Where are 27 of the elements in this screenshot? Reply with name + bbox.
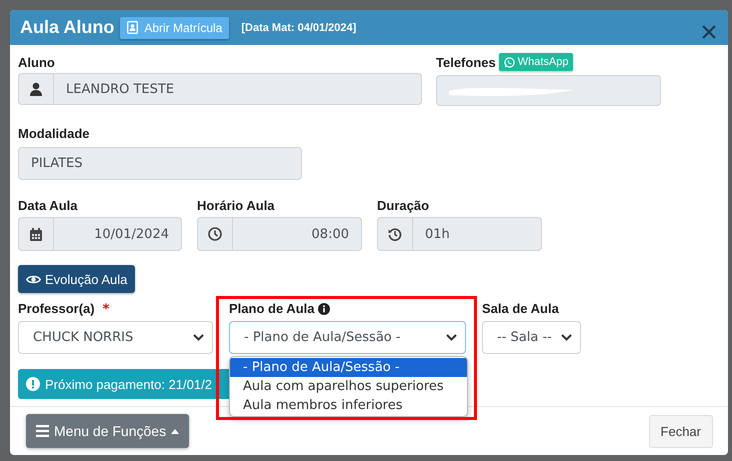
date-field: 10/01/2024 — [18, 217, 182, 251]
room-select[interactable]: -- Sala -- — [482, 321, 581, 354]
dropdown-option[interactable]: - Plano de Aula/Sessão - — [230, 358, 467, 377]
field-label: Aluno — [18, 54, 56, 72]
enrollment-date: [Data Mat: 04/01/2024] — [241, 22, 356, 34]
evolution-button[interactable]: Evolução Aula — [18, 265, 136, 293]
duration-field: 01h — [377, 217, 542, 251]
field-label: Plano de Aula — [229, 300, 314, 318]
time-field: 08:00 — [197, 217, 362, 251]
lesson-plan-select[interactable]: - Plano de Aula/Sessão - — [229, 321, 466, 354]
field-label: Sala de Aula — [482, 300, 560, 318]
alert-text: Próximo pagamento: 21/01/2 — [45, 376, 212, 392]
close-dialog-button[interactable]: Fechar — [648, 414, 713, 448]
dropdown-option[interactable]: Aula com aparelhos superiores — [230, 377, 467, 396]
teacher-select[interactable]: CHUCK NORRIS — [18, 321, 213, 354]
field-label: Data Aula — [18, 197, 78, 215]
required-mark: * — [102, 302, 110, 316]
modality-field: PILATES — [18, 147, 302, 180]
student-field: LEANDRO TESTE — [18, 73, 422, 105]
field-label: Professor(a) — [18, 300, 95, 318]
dropdown-option[interactable]: Aula membros inferiores — [230, 396, 467, 415]
field-label: Duração — [377, 197, 430, 215]
field-label: Modalidade — [18, 125, 91, 143]
field-label: Horário Aula — [197, 197, 276, 215]
modal-title: Aula Aluno — [20, 17, 114, 38]
field-label: Telefones — [436, 54, 496, 72]
functions-menu-button[interactable]: Menu de Funções — [26, 414, 190, 448]
